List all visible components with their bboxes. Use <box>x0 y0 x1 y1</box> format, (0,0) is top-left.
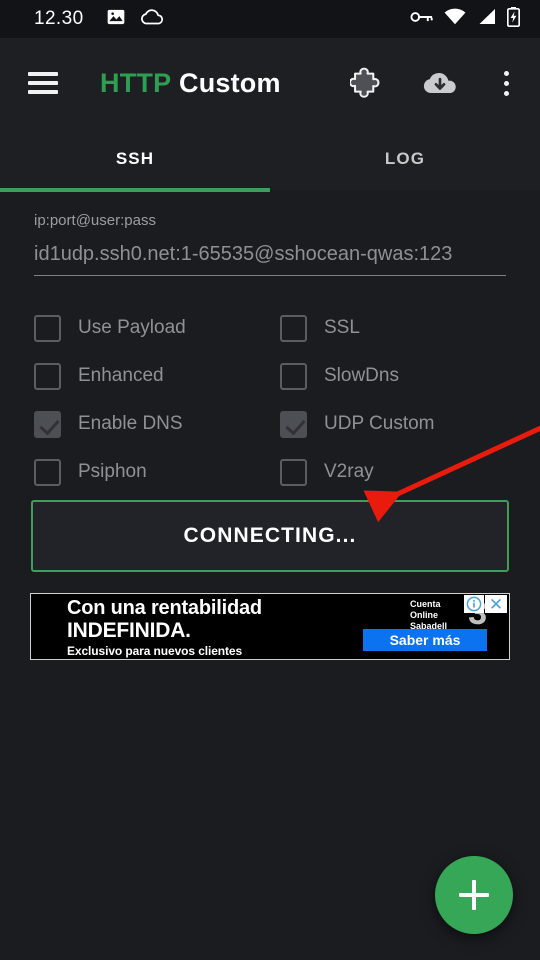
checkbox-udp-custom[interactable]: UDP Custom <box>280 410 506 438</box>
plus-icon <box>472 880 476 910</box>
checkbox-box[interactable] <box>34 314 61 342</box>
ad-cta-button[interactable]: Saber más <box>363 629 487 651</box>
page-title: HTTP Custom <box>100 68 281 99</box>
ad-banner[interactable]: 3 Con una rentabilidad INDEFINIDA. Exclu… <box>30 593 510 660</box>
checkbox-label: V2ray <box>324 461 374 482</box>
app-screen: 12.30 HTTP Custom SSH LOG ip:port@user:p… <box>0 0 540 960</box>
ad-headline-line2: INDEFINIDA. <box>67 619 191 642</box>
ssh-config-label: ip:port@user:pass <box>34 212 156 229</box>
add-config-fab[interactable] <box>435 856 513 934</box>
checkbox-label: Enhanced <box>78 365 164 386</box>
field-underline <box>34 275 506 276</box>
checkbox-box-checked[interactable] <box>34 410 61 438</box>
ad-info-icon[interactable] <box>464 595 484 613</box>
checkbox-box[interactable] <box>280 314 307 342</box>
checkbox-box[interactable] <box>34 458 61 486</box>
checkbox-enhanced[interactable]: Enhanced <box>34 362 280 390</box>
connect-button-label: CONNECTING... <box>183 524 357 547</box>
options-row: Psiphon V2ray <box>34 448 506 496</box>
checkbox-label: UDP Custom <box>324 413 435 434</box>
dot <box>503 70 509 76</box>
checkbox-label: Psiphon <box>78 461 147 482</box>
vpn-key-icon <box>410 9 433 30</box>
dot <box>503 90 509 96</box>
ad-headline-line1: Con una rentabilidad <box>67 597 262 619</box>
cell-signal-icon <box>477 8 496 30</box>
ad-close-icon[interactable]: ✕ <box>485 595 507 613</box>
checkbox-label: Use Payload <box>78 317 186 338</box>
hamburger-bar <box>28 90 58 94</box>
options-row: Enable DNS UDP Custom <box>34 400 506 448</box>
connect-button[interactable]: CONNECTING... <box>31 500 509 572</box>
checkbox-slowdns[interactable]: SlowDns <box>280 362 506 390</box>
puzzle-extension-icon[interactable] <box>346 61 390 105</box>
checkbox-enable-dns[interactable]: Enable DNS <box>34 410 280 438</box>
cloud-icon <box>140 7 164 32</box>
checkbox-label: Enable DNS <box>78 413 183 434</box>
checkbox-ssl[interactable]: SSL <box>280 314 506 342</box>
ssh-config-field[interactable]: ip:port@user:pass id1udp.ssh0.net:1-6553… <box>34 212 506 276</box>
checkbox-box-checked[interactable] <box>280 410 307 438</box>
battery-charging-icon <box>506 6 521 32</box>
checkbox-box[interactable] <box>34 362 61 390</box>
app-title-http: HTTP <box>100 67 172 98</box>
hamburger-bar <box>28 72 58 76</box>
checkbox-use-payload[interactable]: Use Payload <box>34 314 280 342</box>
options-grid: Use Payload SSL Enhanced SlowDns Enable … <box>34 304 506 496</box>
app-title-custom: Custom <box>179 67 281 98</box>
app-toolbar: HTTP Custom <box>0 38 540 128</box>
image-icon <box>106 7 126 32</box>
checkbox-v2ray[interactable]: V2ray <box>280 458 506 486</box>
options-row: Enhanced SlowDns <box>34 352 506 400</box>
status-bar-clock: 12.30 <box>34 8 84 29</box>
checkbox-box[interactable] <box>280 458 307 486</box>
overflow-menu-icon[interactable] <box>484 61 528 105</box>
status-bar-system-icons <box>410 6 521 32</box>
ssh-config-input[interactable]: id1udp.ssh0.net:1-65535@sshocean-qwas:12… <box>34 243 506 266</box>
overflow-dots <box>503 70 509 96</box>
tab-bar: SSH LOG <box>0 128 540 190</box>
status-bar: 12.30 <box>0 0 540 38</box>
tab-ssh[interactable]: SSH <box>0 128 270 190</box>
cloud-download-icon[interactable] <box>418 61 462 105</box>
status-bar-notification-icons <box>106 7 164 32</box>
dot <box>503 80 509 86</box>
checkbox-label: SlowDns <box>324 365 399 386</box>
checkbox-psiphon[interactable]: Psiphon <box>34 458 280 486</box>
options-row: Use Payload SSL <box>34 304 506 352</box>
checkbox-label: SSL <box>324 317 360 338</box>
ad-content: 3 Con una rentabilidad INDEFINIDA. Exclu… <box>31 594 509 659</box>
hamburger-menu-icon[interactable] <box>28 72 58 94</box>
hamburger-bar <box>28 81 58 85</box>
tab-log[interactable]: LOG <box>270 128 540 190</box>
ssh-tab-content: ip:port@user:pass id1udp.ssh0.net:1-6553… <box>0 192 540 960</box>
ad-subtext: Exclusivo para nuevos clientes <box>67 644 243 658</box>
ad-brand-name: Cuenta Online Sabadell <box>409 599 447 631</box>
wifi-icon <box>444 8 466 30</box>
checkbox-box[interactable] <box>280 362 307 390</box>
